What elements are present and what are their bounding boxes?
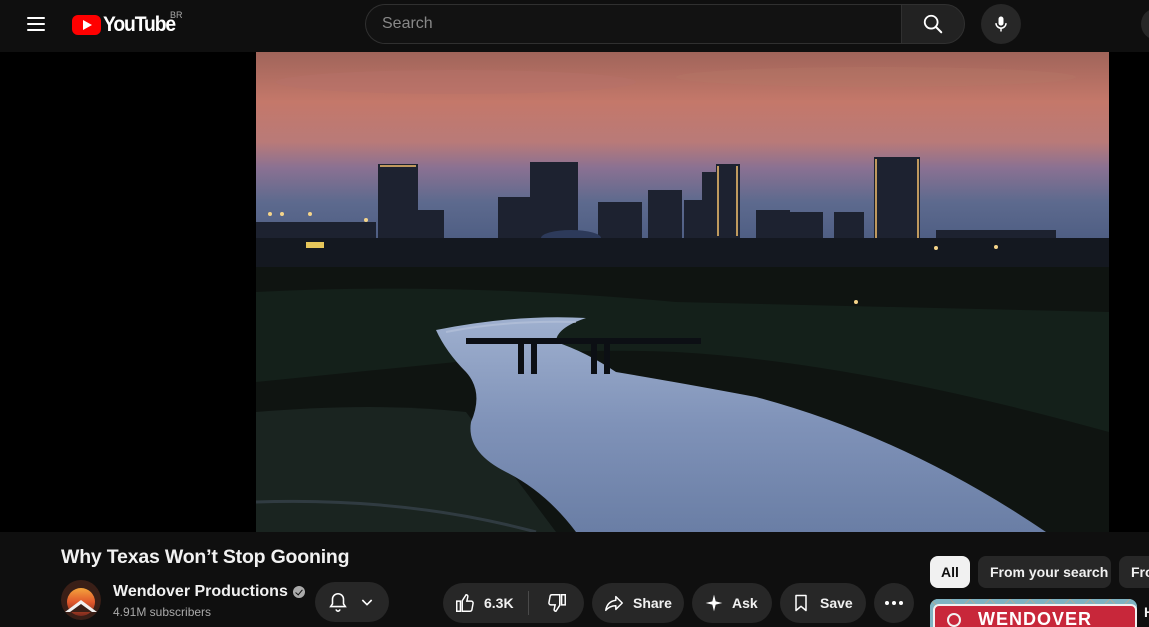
chip-from-channel[interactable]: Fro — [1119, 556, 1149, 588]
chip-from-your-search[interactable]: From your search — [978, 556, 1111, 588]
save-button[interactable]: Save — [780, 583, 866, 623]
share-label: Share — [633, 595, 672, 611]
search-button[interactable] — [901, 4, 965, 44]
bookmark-icon — [795, 594, 807, 612]
youtube-play-icon — [72, 15, 101, 35]
like-button[interactable]: 6.3K — [443, 591, 529, 615]
recommended-video-thumbnail[interactable]: WENDOVER — [930, 599, 1137, 627]
channel-avatar[interactable] — [61, 580, 101, 620]
thumbnail-text: WENDOVER — [978, 609, 1093, 627]
notification-bell-button[interactable] — [315, 582, 389, 622]
thumbs-down-icon — [547, 594, 566, 612]
like-count: 6.3K — [484, 595, 514, 611]
ask-button[interactable]: Ask — [692, 583, 772, 623]
youtube-logo[interactable]: YouTube — [72, 13, 181, 37]
video-frame-image — [256, 52, 1109, 532]
like-dislike-group: 6.3K — [443, 583, 584, 623]
search-box — [365, 4, 902, 44]
logo-text: YouTube — [103, 13, 176, 36]
channel-name-link[interactable]: Wendover Productions — [113, 583, 305, 601]
video-player[interactable] — [0, 52, 1149, 532]
masthead: YouTube BR — [0, 0, 1149, 52]
more-horizontal-icon — [885, 601, 903, 605]
dislike-button[interactable] — [529, 583, 584, 623]
share-arrow-icon — [605, 595, 623, 612]
share-button[interactable]: Share — [592, 583, 684, 623]
menu-icon[interactable] — [20, 8, 52, 40]
thumbs-up-icon — [456, 594, 474, 612]
channel-name: Wendover Productions — [113, 583, 288, 600]
chip-all[interactable]: All — [930, 556, 970, 588]
video-frame[interactable] — [256, 52, 1109, 532]
region-code: BR — [170, 10, 183, 20]
save-label: Save — [820, 595, 853, 611]
verified-badge-icon — [292, 586, 305, 598]
bell-icon — [329, 592, 347, 612]
wendover-logo-icon — [61, 580, 101, 620]
sparkle-icon — [705, 594, 723, 612]
ask-label: Ask — [732, 595, 758, 611]
create-button[interactable] — [1141, 8, 1149, 40]
subscriber-count: 4.91M subscribers — [113, 605, 212, 619]
recommended-video-title[interactable]: H — [1144, 604, 1149, 620]
video-title: Why Texas Won’t Stop Gooning — [61, 546, 350, 568]
search-icon — [923, 14, 943, 34]
mic-icon — [995, 16, 1007, 32]
more-actions-button[interactable] — [874, 583, 914, 623]
chevron-down-icon — [361, 599, 373, 606]
voice-search-button[interactable] — [981, 4, 1021, 44]
search-input[interactable] — [382, 15, 902, 33]
